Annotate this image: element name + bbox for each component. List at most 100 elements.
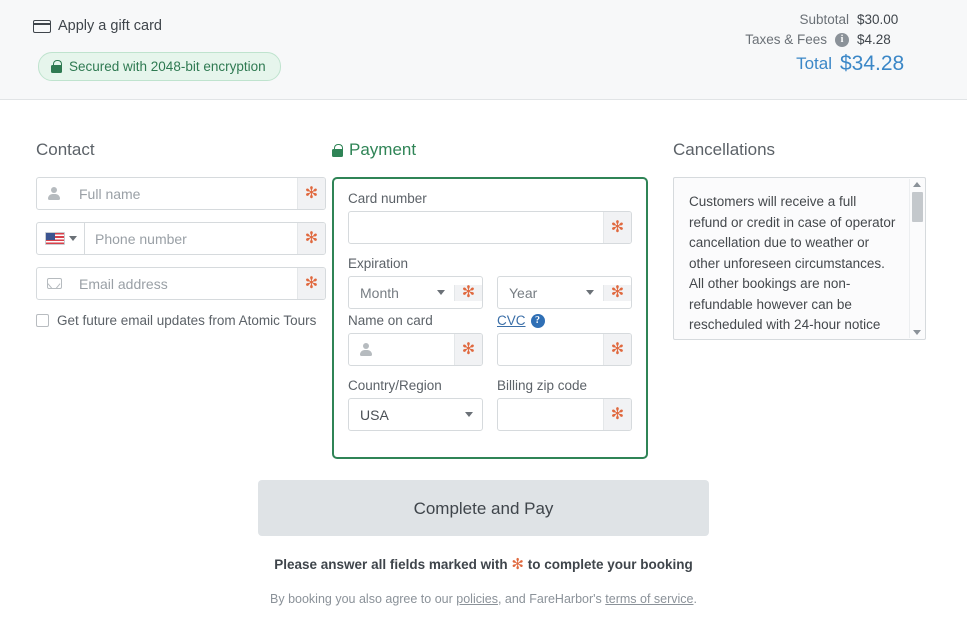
envelope-icon [37, 268, 71, 299]
name-cvc-row: Name on card ✻ CVC ? ✻ [348, 313, 632, 378]
country-value: USA [360, 406, 389, 423]
scroll-up-icon[interactable] [913, 182, 921, 187]
cancellation-policy-box: Customers will receive a full refund or … [673, 177, 926, 340]
total-row: Total $34.28 [745, 52, 915, 76]
country-flag-selector[interactable] [37, 223, 85, 254]
chevron-down-icon [68, 236, 77, 241]
phone-input[interactable]: Phone number [85, 223, 297, 254]
expiration-month-value: Month [360, 284, 399, 301]
name-on-card-input[interactable] [383, 334, 454, 365]
country-zip-row: Country/Region USA Billing zip code ✻ [348, 378, 632, 443]
us-flag-icon [44, 232, 65, 245]
cvc-col: CVC ? ✻ [497, 313, 632, 378]
payment-form-box: Card number ✻ Expiration Month ✻ Year ✻ … [332, 177, 648, 459]
apply-gift-card-label: Apply a gift card [58, 18, 162, 34]
full-name-input[interactable]: Full name [71, 178, 297, 209]
phone-field[interactable]: Phone number ✻ [36, 222, 326, 255]
chevron-down-icon [577, 290, 603, 295]
terms-suffix: . [693, 592, 697, 606]
order-totals: Subtotal $30.00 Taxes & Fees i $4.28 Tot… [745, 12, 915, 81]
billing-zip-field[interactable]: ✻ [497, 398, 632, 431]
help-icon[interactable]: ? [530, 313, 545, 328]
terms-middle: , and FareHarbor's [497, 592, 602, 606]
chevron-down-icon [428, 290, 454, 295]
country-col: Country/Region USA [348, 378, 483, 443]
zip-col: Billing zip code ✻ [497, 378, 632, 443]
info-icon[interactable]: i [835, 32, 849, 47]
apply-gift-card-link[interactable]: Apply a gift card [33, 18, 162, 34]
required-asterisk: ✻ [297, 178, 325, 209]
terms-note: By booking you also agree to our policie… [0, 592, 967, 606]
card-number-label: Card number [348, 191, 427, 206]
cvc-link[interactable]: CVC [497, 313, 526, 328]
required-asterisk: ✻ [454, 334, 482, 365]
required-asterisk: ✻ [297, 223, 325, 254]
expiration-year-value: Year [509, 284, 538, 301]
secure-encryption-badge: Secured with 2048-bit encryption [38, 52, 281, 81]
policy-scrollbar[interactable] [909, 179, 924, 338]
note-prefix: Please answer all fields marked with [274, 557, 508, 572]
cancellations-section: Cancellations Customers will receive a f… [673, 100, 926, 340]
expiration-month-select[interactable]: Month ✻ [348, 276, 483, 309]
name-on-card-col: Name on card ✻ [348, 313, 483, 378]
email-opt-in-checkbox[interactable] [36, 314, 49, 327]
country-select[interactable]: USA [348, 398, 483, 431]
total-label: Total [796, 54, 832, 73]
note-suffix: to complete your booking [527, 557, 693, 572]
required-fields-note: Please answer all fields marked with ✻ t… [0, 555, 967, 573]
name-on-card-field[interactable]: ✻ [348, 333, 483, 366]
scrollbar-thumb[interactable] [912, 192, 923, 222]
expiration-year-col: Year ✻ [497, 276, 632, 313]
chevron-down-icon [456, 412, 482, 417]
total-value: $34.28 [840, 52, 905, 75]
contact-section: Contact Full name ✻ Phone number ✻ Email… [36, 100, 326, 330]
complete-and-pay-button[interactable]: Complete and Pay [258, 480, 709, 536]
subtotal-row: Subtotal $30.00 [745, 12, 915, 27]
email-opt-in-label: Get future email updates from Atomic Tou… [57, 313, 317, 328]
card-number-field[interactable]: ✻ [348, 211, 632, 244]
payment-title-label: Payment [349, 140, 417, 159]
email-field[interactable]: Email address ✻ [36, 267, 326, 300]
required-asterisk: ✻ [603, 284, 631, 301]
lock-icon [51, 60, 62, 73]
required-asterisk: ✻ [603, 399, 631, 430]
checkout-main: Contact Full name ✻ Phone number ✻ Email… [0, 100, 967, 636]
required-asterisk: ✻ [297, 268, 325, 299]
expiration-row: Month ✻ Year ✻ [348, 276, 632, 313]
cancellation-policy-text: Customers will receive a full refund or … [689, 194, 896, 339]
cvc-input[interactable] [498, 334, 603, 365]
billing-zip-input[interactable] [498, 399, 603, 430]
taxes-fees-label: Taxes & Fees [745, 32, 827, 47]
taxes-fees-value: $4.28 [857, 32, 891, 47]
person-icon [349, 334, 383, 365]
expiration-label: Expiration [348, 256, 409, 271]
payment-section: Payment Card number ✻ Expiration Month ✻ [332, 100, 648, 459]
secure-badge-label: Secured with 2048-bit encryption [69, 59, 266, 74]
lock-icon [332, 143, 343, 157]
policies-link[interactable]: policies [456, 592, 498, 606]
subtotal-value: $30.00 [857, 12, 899, 27]
payment-title: Payment [332, 140, 648, 160]
checkout-header: Apply a gift card Secured with 2048-bit … [0, 0, 967, 100]
checkout-footer: Complete and Pay Please answer all field… [0, 480, 967, 606]
email-input[interactable]: Email address [71, 268, 297, 299]
expiration-month-col: Month ✻ [348, 276, 483, 313]
name-on-card-label: Name on card [348, 313, 433, 328]
terms-of-service-link[interactable]: terms of service [605, 592, 693, 606]
required-asterisk: ✻ [454, 284, 482, 301]
billing-zip-label: Billing zip code [497, 378, 588, 393]
cvc-label-row: CVC ? [497, 313, 632, 328]
cvc-field[interactable]: ✻ [497, 333, 632, 366]
required-asterisk: ✻ [603, 334, 631, 365]
required-asterisk: ✻ [603, 212, 631, 243]
credit-card-icon [33, 19, 51, 33]
scroll-down-icon[interactable] [913, 330, 921, 335]
country-label: Country/Region [348, 378, 442, 393]
expiration-year-select[interactable]: Year ✻ [497, 276, 632, 309]
required-asterisk: ✻ [511, 556, 524, 573]
full-name-field[interactable]: Full name ✻ [36, 177, 326, 210]
contact-title: Contact [36, 140, 95, 159]
taxes-fees-row: Taxes & Fees i $4.28 [745, 32, 915, 47]
card-number-input[interactable] [349, 212, 603, 243]
email-opt-in-row[interactable]: Get future email updates from Atomic Tou… [36, 312, 326, 330]
